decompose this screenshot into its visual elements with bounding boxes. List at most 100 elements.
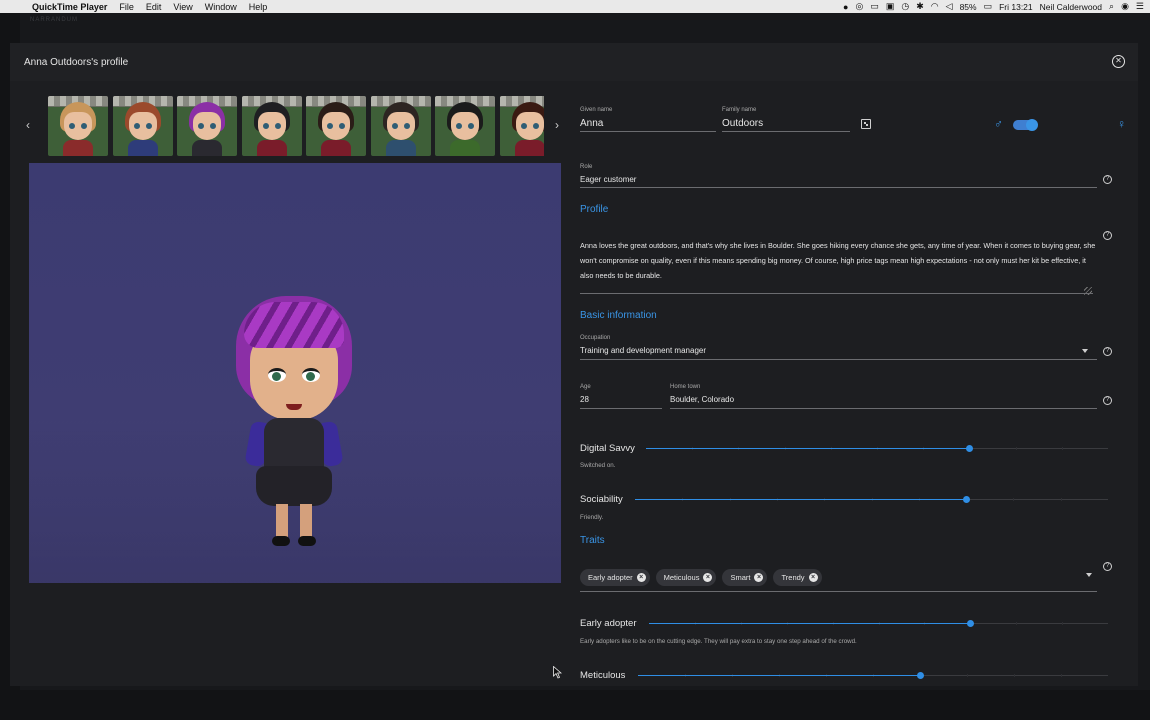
- slider-fill: [638, 675, 920, 676]
- slider-fill: [635, 499, 967, 500]
- avatar-thumbnail[interactable]: [241, 96, 302, 156]
- male-icon[interactable]: ♂: [994, 117, 1003, 131]
- given-name-label: Given name: [580, 107, 613, 113]
- remove-trait-icon[interactable]: ×: [636, 573, 646, 582]
- remove-trait-icon[interactable]: ×: [808, 573, 818, 582]
- role-input[interactable]: Eager customer: [580, 175, 636, 184]
- slider-knob[interactable]: [966, 445, 974, 452]
- slider-knob[interactable]: [963, 496, 971, 503]
- thumbnail-eye: [391, 123, 398, 129]
- age-underline: [580, 408, 662, 409]
- slider-tick: [1061, 447, 1063, 450]
- slider-knob[interactable]: [917, 672, 924, 679]
- profile-textarea[interactable]: Anna loves the great outdoors, and that'…: [580, 238, 1100, 283]
- menu-app-name[interactable]: QuickTime Player: [32, 2, 107, 12]
- menu-help[interactable]: Help: [249, 2, 268, 12]
- clock[interactable]: Fri 13:21: [999, 2, 1033, 12]
- menu-file[interactable]: File: [119, 2, 134, 12]
- avatar-thumbnail[interactable]: [435, 96, 495, 156]
- early-adopter-slider[interactable]: [649, 620, 1108, 627]
- randomize-name-icon[interactable]: [861, 119, 871, 129]
- slider-knob[interactable]: [967, 620, 975, 627]
- profile-help-icon[interactable]: ?: [1103, 231, 1112, 240]
- digital-savvy-label: Digital Savvy: [580, 443, 635, 454]
- trait-chip[interactable]: Meticulous ×: [655, 569, 717, 586]
- creative-cloud-icon[interactable]: ◎: [855, 1, 863, 12]
- thumbnail-eye: [327, 123, 333, 129]
- avatar-thumbnail[interactable]: [306, 96, 366, 156]
- sociability-slider[interactable]: [635, 496, 1108, 503]
- thumbnail-eye: [81, 123, 87, 129]
- avatar-thumbnail[interactable]: [499, 96, 544, 156]
- slider-fill: [646, 448, 970, 449]
- background-brand: NARRANDUM: [30, 17, 78, 23]
- remove-trait-icon[interactable]: ×: [754, 573, 764, 582]
- role-help-icon[interactable]: ?: [1103, 175, 1112, 184]
- thumbnail-body: [63, 140, 93, 156]
- carousel-prev-icon[interactable]: ‹: [26, 118, 30, 132]
- avatar-thumbnail[interactable]: [48, 96, 108, 156]
- menu-window[interactable]: Window: [205, 2, 237, 12]
- menu-view[interactable]: View: [173, 2, 192, 12]
- occupation-underline: [580, 359, 1097, 360]
- trait-chip[interactable]: Trendy ×: [773, 569, 822, 586]
- trait-chip-label: Smart: [730, 573, 751, 582]
- slider-fill: [649, 623, 971, 624]
- profile-modal: Anna Outdoors's profile ✕ ‹ › Given name…: [10, 43, 1138, 686]
- family-name-input[interactable]: Outdoors: [722, 118, 763, 129]
- avatar-thumbnail[interactable]: [370, 96, 431, 156]
- traits-chip-list: Early adopter × Meticulous × Smart × Trendy ×: [580, 569, 822, 589]
- record-icon[interactable]: ●: [843, 2, 848, 12]
- spotlight-icon[interactable]: ⌕: [1109, 1, 1114, 12]
- occupation-help-icon[interactable]: ?: [1103, 347, 1112, 356]
- family-name-underline: [722, 131, 850, 132]
- role-label: Role: [580, 164, 593, 170]
- thumbnail-face: [128, 112, 157, 140]
- hometown-input[interactable]: Boulder, Colorado: [670, 395, 734, 404]
- volume-icon[interactable]: ◁: [946, 1, 953, 12]
- profile-underline: [580, 293, 1093, 294]
- female-icon[interactable]: ♀: [1117, 117, 1126, 131]
- trait-chip[interactable]: Smart ×: [722, 569, 768, 586]
- digital-savvy-slider[interactable]: [646, 445, 1108, 452]
- occupation-dropdown-icon[interactable]: [1082, 349, 1088, 353]
- thumbnail-face: [257, 112, 286, 140]
- slider-tick: [967, 674, 968, 677]
- thumbnail-body: [192, 140, 222, 156]
- trait-chip-label: Meticulous: [663, 573, 700, 582]
- avatar-thumbnail[interactable]: [177, 96, 237, 156]
- traits-dropdown-icon[interactable]: [1086, 573, 1092, 577]
- thumbnail-body: [385, 140, 416, 156]
- battery-icon[interactable]: ▭: [984, 1, 993, 12]
- bluetooth-icon[interactable]: ✱: [916, 1, 924, 12]
- gender-toggle[interactable]: [1013, 119, 1038, 131]
- user-avatar-icon[interactable]: ◉: [1121, 1, 1129, 12]
- avatar-carousel: [48, 96, 544, 157]
- close-icon[interactable]: ✕: [1112, 55, 1125, 68]
- control-center-icon[interactable]: ☰: [1136, 1, 1144, 12]
- trait-chip[interactable]: Early adopter ×: [580, 569, 650, 586]
- gender-toggle-knob: [1026, 119, 1038, 131]
- avatar-3d-preview[interactable]: [29, 163, 561, 583]
- avatar-shoe-left: [272, 536, 290, 546]
- meticulous-slider[interactable]: [638, 672, 1108, 679]
- carousel-next-icon[interactable]: ›: [555, 118, 559, 132]
- given-name-input[interactable]: Anna: [580, 118, 603, 129]
- background-footer: [0, 690, 1150, 720]
- slider-tick: [1060, 498, 1062, 501]
- avatar-thumbnail[interactable]: [112, 96, 173, 156]
- thumbnail-eye: [403, 123, 410, 129]
- mirror-icon[interactable]: ▭: [870, 1, 879, 12]
- user-name[interactable]: Neil Calderwood: [1040, 2, 1102, 12]
- age-input[interactable]: 28: [580, 395, 589, 404]
- thumbnail-eye: [145, 123, 152, 129]
- remove-trait-icon[interactable]: ×: [703, 573, 713, 582]
- occupation-label: Occupation: [580, 335, 611, 341]
- time-machine-icon[interactable]: ◷: [901, 1, 909, 12]
- traits-help-icon[interactable]: ?: [1103, 562, 1112, 571]
- wifi-icon[interactable]: ◠: [931, 1, 939, 12]
- occupation-select[interactable]: Training and development manager: [580, 346, 706, 355]
- cast-icon[interactable]: ▣: [886, 1, 895, 12]
- menu-edit[interactable]: Edit: [146, 2, 162, 12]
- hometown-help-icon[interactable]: ?: [1103, 396, 1112, 405]
